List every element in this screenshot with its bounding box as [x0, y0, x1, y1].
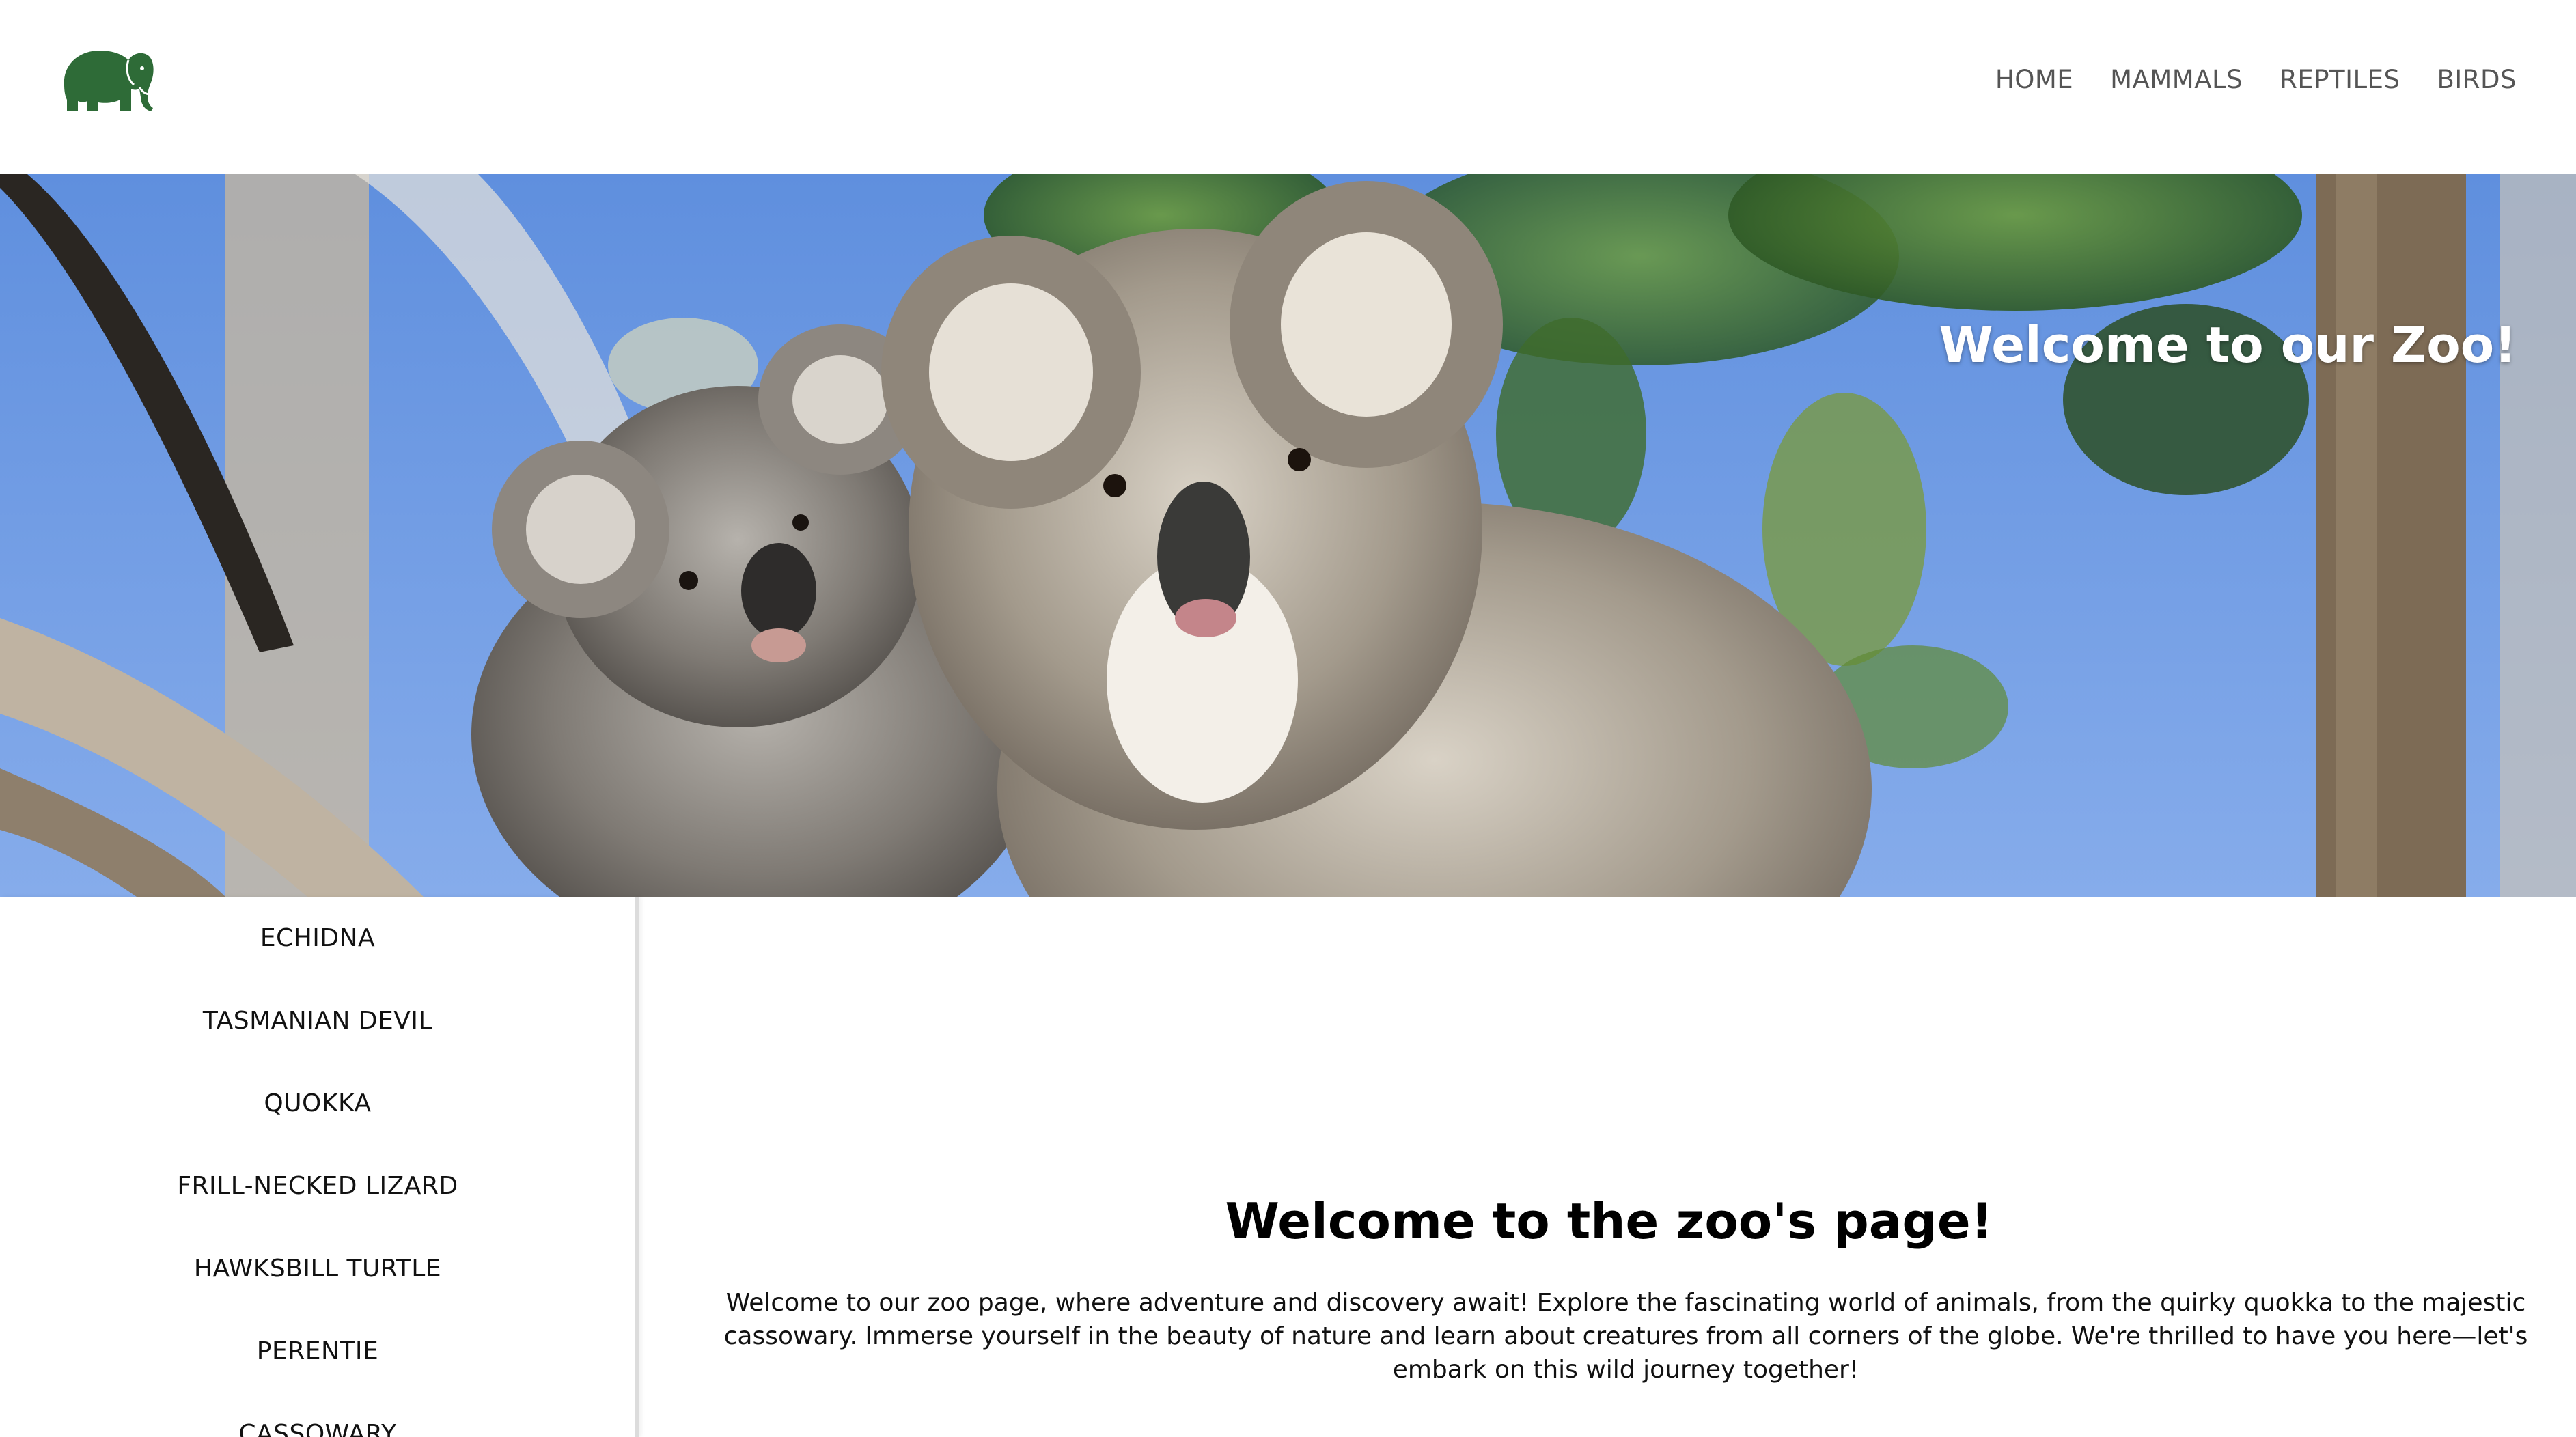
- sidebar-item-tasmanian-devil[interactable]: TASMANIAN DEVIL: [0, 1004, 635, 1038]
- nav-home[interactable]: HOME: [1995, 63, 2073, 97]
- sidebar: ECHIDNA TASMANIAN DEVIL QUOKKA FRILL-NEC…: [0, 897, 639, 1437]
- elephant-icon[interactable]: [57, 45, 156, 116]
- hero-title: Welcome to our Zoo!: [1939, 316, 2517, 374]
- sidebar-item-perentie[interactable]: PERENTIE: [0, 1335, 635, 1369]
- intro-paragraph: Welcome to our zoo page, where adventure…: [723, 1289, 2528, 1384]
- koala-photo: [0, 174, 2576, 897]
- page-title: Welcome to the zoo's page!: [1225, 1192, 1993, 1250]
- sidebar-item-cassowary[interactable]: CASSOWARY: [0, 1417, 635, 1437]
- sidebar-item-echidna[interactable]: ECHIDNA: [0, 921, 635, 955]
- sidebar-item-quokka[interactable]: QUOKKA: [0, 1087, 635, 1121]
- nav-reptiles[interactable]: REPTILES: [2280, 63, 2400, 97]
- hero-banner: Welcome to our Zoo!: [0, 174, 2576, 897]
- nav-birds[interactable]: BIRDS: [2437, 63, 2517, 97]
- site-header: HOME MAMMALS REPTILES BIRDS: [0, 0, 2576, 174]
- sidebar-item-hawksbill-turtle[interactable]: HAWKSBILL TURTLE: [0, 1252, 635, 1286]
- main-content: Welcome to the zoo's page! Welcome to ou…: [642, 897, 2576, 1437]
- nav-mammals[interactable]: MAMMALS: [2110, 63, 2243, 97]
- sidebar-item-frill-necked-lizard[interactable]: FRILL-NECKED LIZARD: [0, 1169, 635, 1203]
- main-nav: HOME MAMMALS REPTILES BIRDS: [1995, 63, 2517, 97]
